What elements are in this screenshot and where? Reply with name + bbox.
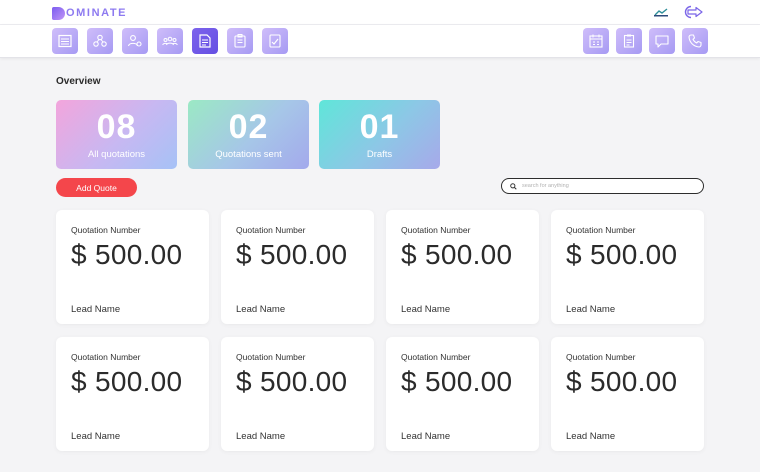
clipboard-module-button[interactable] bbox=[227, 28, 253, 54]
lead-name: Lead Name bbox=[71, 304, 121, 315]
lead-name: Lead Name bbox=[71, 431, 121, 442]
stat-card-quotations-sent[interactable]: 02 Quotations sent bbox=[188, 100, 309, 169]
quotation-number-label: Quotation Number bbox=[236, 225, 306, 235]
team-icon bbox=[162, 36, 178, 46]
checklist-module-button[interactable] bbox=[262, 28, 288, 54]
quotations-module-button[interactable] bbox=[192, 28, 218, 54]
quotation-icon bbox=[199, 34, 211, 48]
stat-label: Quotations sent bbox=[215, 149, 282, 160]
quote-amount: $ 500.00 bbox=[71, 366, 183, 397]
quote-card[interactable]: Quotation Number $ 500.00 Lead Name bbox=[551, 210, 704, 324]
quotation-number-label: Quotation Number bbox=[71, 225, 141, 235]
user-gear-icon bbox=[127, 35, 142, 47]
chat-module-button[interactable] bbox=[649, 28, 675, 54]
notes-icon bbox=[623, 34, 635, 48]
quote-card[interactable]: Quotation Number $ 500.00 Lead Name bbox=[551, 337, 704, 451]
quotation-number-label: Quotation Number bbox=[566, 225, 636, 235]
phone-icon bbox=[688, 34, 702, 48]
stat-value: 01 bbox=[359, 108, 400, 146]
quotation-number-label: Quotation Number bbox=[401, 225, 471, 235]
quote-amount: $ 500.00 bbox=[71, 239, 183, 270]
network-module-button[interactable] bbox=[87, 28, 113, 54]
notes-module-button[interactable] bbox=[616, 28, 642, 54]
quote-card[interactable]: Quotation Number $ 500.00 Lead Name bbox=[56, 210, 209, 324]
quote-card[interactable]: Quotation Number $ 500.00 Lead Name bbox=[386, 210, 539, 324]
lead-name: Lead Name bbox=[566, 431, 616, 442]
list-module-button[interactable] bbox=[52, 28, 78, 54]
checklist-icon bbox=[269, 34, 281, 48]
quote-card[interactable]: Quotation Number $ 500.00 Lead Name bbox=[386, 337, 539, 451]
quote-amount: $ 500.00 bbox=[401, 239, 513, 270]
chat-icon bbox=[655, 35, 669, 48]
network-icon bbox=[93, 34, 107, 47]
app-logo[interactable]: OMINATE bbox=[52, 6, 127, 20]
quote-amount: $ 500.00 bbox=[236, 366, 348, 397]
stat-label: Drafts bbox=[366, 149, 393, 160]
stat-label: All quotations bbox=[87, 149, 146, 160]
lead-name: Lead Name bbox=[236, 304, 286, 315]
quote-amount: $ 500.00 bbox=[566, 366, 678, 397]
stat-value: 02 bbox=[228, 108, 269, 146]
top-bar: OMINATE bbox=[0, 0, 760, 25]
quote-card[interactable]: Quotation Number $ 500.00 Lead Name bbox=[221, 210, 374, 324]
clipboard-icon bbox=[234, 34, 246, 48]
company-logo-icon bbox=[654, 8, 668, 17]
calendar-module-button[interactable] bbox=[583, 28, 609, 54]
lead-name: Lead Name bbox=[236, 431, 286, 442]
overview-title: Overview bbox=[56, 76, 101, 87]
quotation-number-label: Quotation Number bbox=[236, 352, 306, 362]
quote-amount: $ 500.00 bbox=[236, 239, 348, 270]
lead-name: Lead Name bbox=[401, 431, 451, 442]
add-quote-button[interactable]: Add Quote bbox=[56, 178, 137, 197]
calendar-icon bbox=[589, 34, 603, 48]
logo-text: OMINATE bbox=[66, 7, 128, 19]
lead-name: Lead Name bbox=[566, 304, 616, 315]
list-icon bbox=[58, 34, 72, 48]
quotation-number-label: Quotation Number bbox=[401, 352, 471, 362]
stat-card-drafts[interactable]: 01 Drafts bbox=[319, 100, 440, 169]
stat-card-all-quotations[interactable]: 08 All quotations bbox=[56, 100, 177, 169]
stat-value: 08 bbox=[96, 108, 137, 146]
quote-amount: $ 500.00 bbox=[566, 239, 678, 270]
search-icon bbox=[510, 182, 517, 190]
logout-icon[interactable] bbox=[682, 5, 704, 19]
quotation-number-label: Quotation Number bbox=[566, 352, 636, 362]
user-settings-module-button[interactable] bbox=[122, 28, 148, 54]
search-bar[interactable] bbox=[501, 178, 704, 194]
quotation-number-label: Quotation Number bbox=[71, 352, 141, 362]
quote-card[interactable]: Quotation Number $ 500.00 Lead Name bbox=[221, 337, 374, 451]
phone-module-button[interactable] bbox=[682, 28, 708, 54]
team-module-button[interactable] bbox=[157, 28, 183, 54]
lead-name: Lead Name bbox=[401, 304, 451, 315]
quote-card[interactable]: Quotation Number $ 500.00 Lead Name bbox=[56, 337, 209, 451]
search-input[interactable] bbox=[522, 183, 692, 189]
logo-mark-icon bbox=[52, 6, 65, 20]
quote-amount: $ 500.00 bbox=[401, 366, 513, 397]
module-toolbar bbox=[0, 25, 760, 58]
